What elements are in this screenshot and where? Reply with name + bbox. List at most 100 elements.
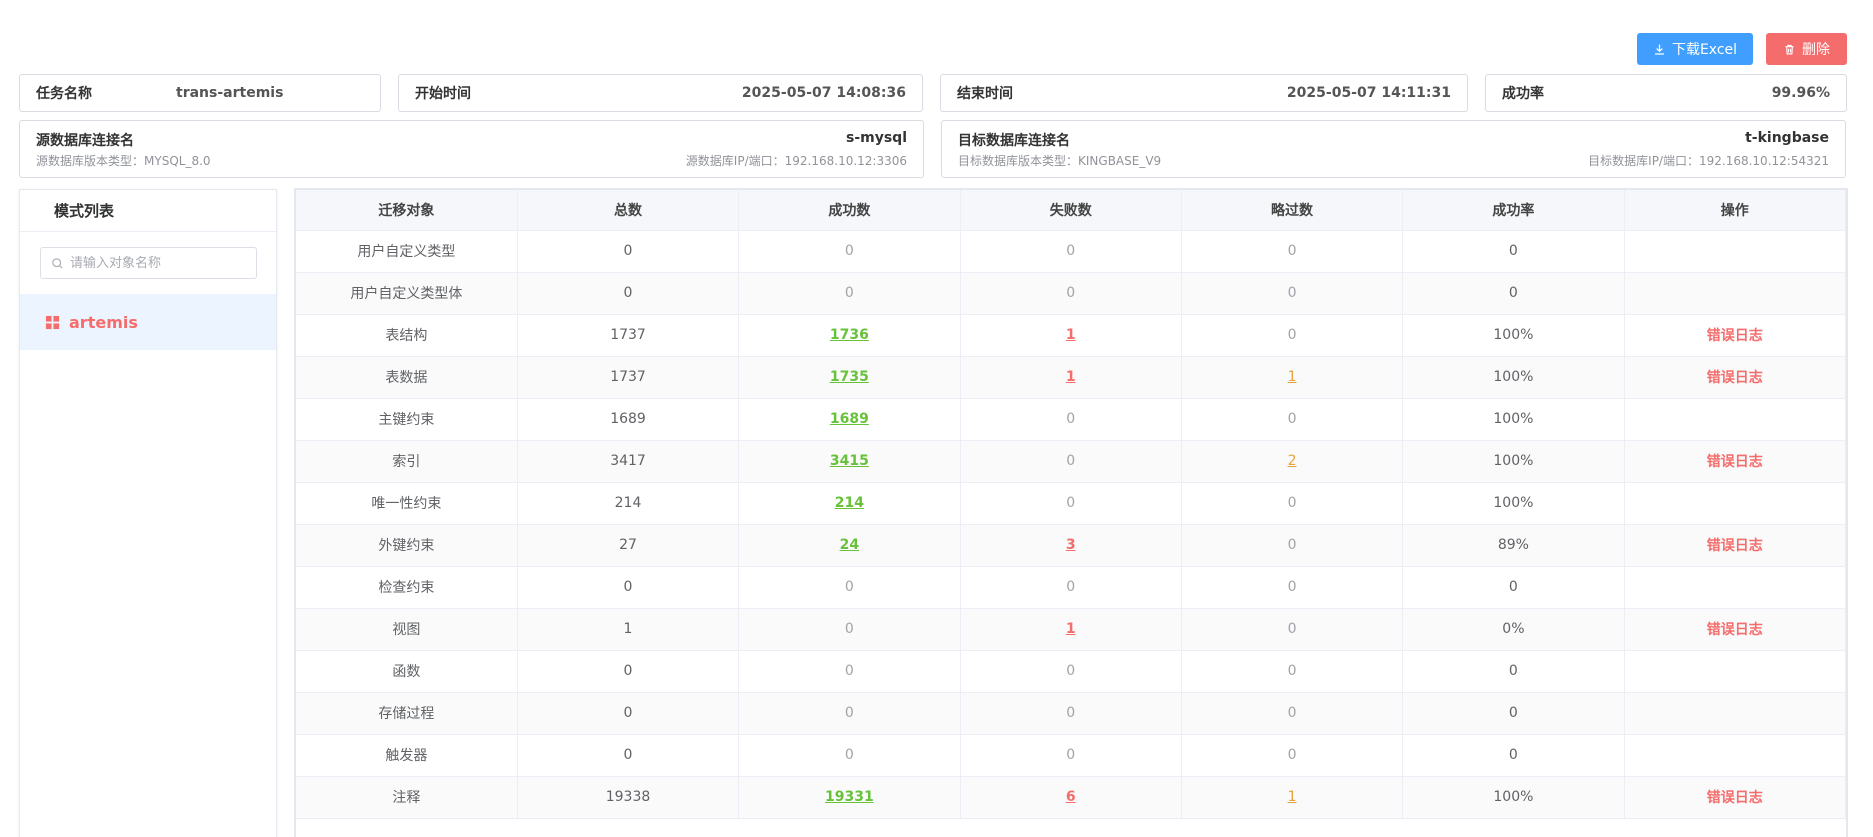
cell-object: 检查约束 — [296, 566, 518, 609]
cell-fail-link[interactable]: 3 — [1066, 537, 1076, 553]
cell-fail-value: 0 — [1066, 411, 1076, 427]
cell-rate-value: 0 — [1508, 663, 1518, 679]
cell-fail-value: 0 — [1066, 579, 1076, 595]
cell-fail-link[interactable]: 6 — [1066, 789, 1076, 805]
cell-fail: 1 — [960, 356, 1182, 399]
cell-fail-link[interactable]: 1 — [1066, 621, 1076, 637]
cell-skip-link[interactable]: 2 — [1288, 453, 1297, 469]
cell-object-value: 唯一性约束 — [371, 496, 442, 512]
source-version: 源数据库版本类型：MYSQL_8.0 — [36, 152, 211, 169]
search-icon — [52, 257, 63, 269]
cell-rate: 0 — [1402, 650, 1625, 693]
header-fail: 失败数 — [960, 190, 1182, 231]
cell-fail: 0 — [960, 650, 1182, 693]
cell-fail: 0 — [960, 692, 1182, 735]
cell-rate: 0 — [1402, 566, 1625, 609]
cell-rate-value: 0 — [1508, 705, 1518, 721]
task-name-value: trans-artemis — [176, 85, 284, 101]
cell-action — [1624, 566, 1847, 609]
cell-success-value: 0 — [844, 621, 854, 637]
cell-success-value: 0 — [844, 579, 854, 595]
cell-skip: 0 — [1181, 524, 1404, 567]
target-version-value: KINGBASE_V9 — [1078, 153, 1162, 168]
cell-fail-value: 0 — [1066, 243, 1076, 259]
cell-fail-link[interactable]: 1 — [1066, 369, 1076, 385]
cell-total: 0 — [517, 230, 740, 273]
cell-success-link[interactable]: 24 — [840, 537, 859, 553]
cell-rate: 0 — [1402, 230, 1625, 273]
schema-item-artemis[interactable]: artemis — [20, 294, 276, 350]
cell-total-value: 1689 — [610, 411, 646, 427]
cell-total: 19338 — [517, 776, 740, 819]
table-row: 触发器 0 0 0 0 0 — [296, 734, 1847, 777]
cell-success-value: 0 — [844, 285, 854, 301]
cell-success-link[interactable]: 214 — [835, 495, 864, 511]
cell-total: 0 — [517, 734, 740, 777]
cell-success: 0 — [738, 272, 961, 315]
cell-rate-value: 0 — [1508, 243, 1518, 259]
cell-fail-link[interactable]: 1 — [1066, 327, 1076, 343]
cell-total-value: 19338 — [605, 789, 651, 805]
error-log-link[interactable]: 错误日志 — [1707, 370, 1763, 386]
cell-skip-value: 0 — [1287, 579, 1297, 595]
cell-rate-value: 0 — [1508, 579, 1518, 595]
cell-object: 表结构 — [296, 314, 518, 357]
success-rate-value: 99.96% — [1771, 85, 1830, 101]
delete-button[interactable]: 删除 — [1766, 33, 1847, 65]
cell-skip: 0 — [1181, 650, 1404, 693]
table-row: 表结构 1737 1736 1 0 100% 错误日志 — [296, 314, 1847, 357]
trash-icon — [1785, 44, 1794, 55]
cell-total-value: 1737 — [610, 327, 646, 343]
cell-success-link[interactable]: 19331 — [825, 789, 874, 805]
target-connection-card: 目标数据库连接名 t-kingbase 目标数据库版本类型：KINGBASE_V… — [941, 120, 1846, 178]
cell-rate-value: 100% — [1493, 369, 1534, 385]
cell-rate-value: 0% — [1502, 621, 1525, 637]
cell-action — [1624, 734, 1847, 777]
table-header-row: 迁移对象 总数 成功数 失败数 略过数 成功率 操作 — [296, 190, 1847, 231]
cell-skip-link[interactable]: 1 — [1288, 789, 1297, 805]
cell-object-value: 存储过程 — [378, 706, 435, 722]
error-log-link[interactable]: 错误日志 — [1707, 538, 1763, 554]
cell-rate-value: 100% — [1493, 453, 1534, 469]
schema-search-box[interactable] — [40, 247, 257, 279]
cell-skip-value: 0 — [1287, 327, 1297, 343]
cell-object: 注释 — [296, 776, 518, 819]
cell-rate-value: 100% — [1493, 327, 1534, 343]
cell-skip: 0 — [1181, 734, 1404, 777]
cell-success-link[interactable]: 1735 — [830, 369, 869, 385]
error-log-link[interactable]: 错误日志 — [1707, 790, 1763, 806]
cell-success: 214 — [738, 482, 961, 525]
download-excel-button[interactable]: 下载Excel — [1637, 33, 1753, 65]
error-log-link[interactable]: 错误日志 — [1707, 328, 1763, 344]
cell-skip-value: 0 — [1287, 747, 1297, 763]
success-rate-label: 成功率 — [1502, 86, 1544, 102]
error-log-link[interactable]: 错误日志 — [1707, 622, 1763, 638]
cell-rate-value: 100% — [1493, 789, 1534, 805]
cell-fail: 3 — [960, 524, 1182, 567]
cell-skip-link[interactable]: 1 — [1288, 369, 1297, 385]
target-version: 目标数据库版本类型：KINGBASE_V9 — [958, 152, 1161, 169]
cell-success-value: 0 — [844, 747, 854, 763]
cell-total: 1737 — [517, 356, 740, 399]
cell-total-value: 214 — [614, 495, 642, 511]
header-success: 成功数 — [738, 190, 961, 231]
cell-action — [1624, 692, 1847, 735]
cell-skip: 0 — [1181, 272, 1404, 315]
task-name-label: 任务名称 — [36, 86, 92, 102]
cell-success-link[interactable]: 3415 — [830, 453, 869, 469]
cell-object-value: 触发器 — [385, 748, 428, 764]
cell-success-value: 0 — [844, 705, 854, 721]
source-version-value: MYSQL_8.0 — [144, 153, 211, 168]
table-row: 唯一性约束 214 214 0 0 100% — [296, 482, 1847, 525]
cell-skip-value: 0 — [1287, 495, 1297, 511]
cell-success-link[interactable]: 1689 — [830, 411, 869, 427]
schema-search-input[interactable] — [70, 255, 250, 271]
cell-total: 0 — [517, 692, 740, 735]
error-log-link[interactable]: 错误日志 — [1707, 454, 1763, 470]
cell-success-link[interactable]: 1736 — [830, 327, 869, 343]
header-rate: 成功率 — [1402, 190, 1625, 231]
cell-object: 索引 — [296, 440, 518, 483]
cell-success: 24 — [738, 524, 961, 567]
schema-sidebar: 模式列表 artemis — [19, 189, 277, 837]
cell-success: 0 — [738, 566, 961, 609]
